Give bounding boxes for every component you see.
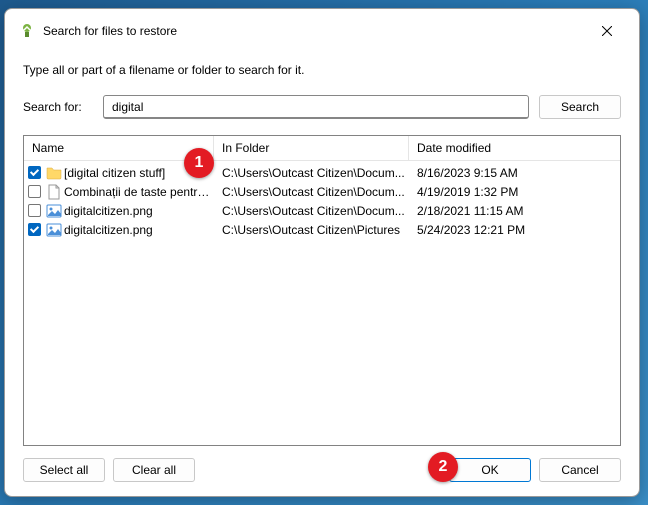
row-checkbox[interactable] <box>28 185 41 198</box>
image-icon <box>46 203 62 219</box>
cell-date: 8/16/2023 9:15 AM <box>409 166 620 180</box>
column-headers: Name In Folder Date modified <box>24 136 620 161</box>
search-input[interactable] <box>103 95 529 119</box>
row-checkbox[interactable] <box>28 223 41 236</box>
results-rows: [digital citizen stuff] C:\Users\Outcast … <box>24 161 620 445</box>
window-title: Search for files to restore <box>43 24 579 38</box>
annotation-badge-2: 2 <box>428 452 458 482</box>
close-icon <box>602 26 612 36</box>
cancel-button[interactable]: Cancel <box>539 458 621 482</box>
document-icon <box>46 184 62 200</box>
column-header-folder[interactable]: In Folder <box>214 136 409 160</box>
file-name: digitalcitizen.png <box>64 204 153 218</box>
search-row: Search for: Search <box>23 95 621 119</box>
close-button[interactable] <box>587 17 627 45</box>
content-area: Type all or part of a filename or folder… <box>5 51 639 496</box>
table-row[interactable]: Combinații de taste pentru ...C:\Users\O… <box>24 182 620 201</box>
cell-name: Combinații de taste pentru ... <box>24 184 214 200</box>
cell-date: 5/24/2023 12:21 PM <box>409 223 620 237</box>
cell-folder: C:\Users\Outcast Citizen\Pictures <box>214 223 409 237</box>
titlebar: Search for files to restore <box>5 9 639 51</box>
clear-all-button[interactable]: Clear all <box>113 458 195 482</box>
cell-folder: C:\Users\Outcast Citizen\Docum... <box>214 185 409 199</box>
table-row[interactable]: [digital citizen stuff] C:\Users\Outcast … <box>24 163 620 182</box>
table-row[interactable]: digitalcitizen.png C:\Users\Outcast Citiz… <box>24 220 620 239</box>
annotation-badge-1: 1 <box>184 148 214 178</box>
cell-folder: C:\Users\Outcast Citizen\Docum... <box>214 204 409 218</box>
footer-buttons: Select all Clear all OK Cancel <box>23 458 621 482</box>
file-name: [digital citizen stuff] <box>64 166 165 180</box>
row-checkbox[interactable] <box>28 204 41 217</box>
cell-name: digitalcitizen.png <box>24 203 214 219</box>
column-header-date[interactable]: Date modified <box>409 136 620 160</box>
search-label: Search for: <box>23 100 93 114</box>
cell-folder: C:\Users\Outcast Citizen\Docum... <box>214 166 409 180</box>
cell-name: digitalcitizen.png <box>24 222 214 238</box>
file-name: Combinații de taste pentru ... <box>64 185 214 199</box>
folder-icon <box>46 165 62 181</box>
table-row[interactable]: digitalcitizen.png C:\Users\Outcast Citiz… <box>24 201 620 220</box>
results-list: Name In Folder Date modified [digital ci… <box>23 135 621 446</box>
row-checkbox[interactable] <box>28 166 41 179</box>
cell-date: 4/19/2019 1:32 PM <box>409 185 620 199</box>
select-all-button[interactable]: Select all <box>23 458 105 482</box>
dialog-window: Search for files to restore Type all or … <box>4 8 640 497</box>
image-icon <box>46 222 62 238</box>
instruction-text: Type all or part of a filename or folder… <box>23 63 621 77</box>
file-name: digitalcitizen.png <box>64 223 153 237</box>
ok-button[interactable]: OK <box>449 458 531 482</box>
search-button[interactable]: Search <box>539 95 621 119</box>
app-icon <box>19 23 35 39</box>
cell-date: 2/18/2021 11:15 AM <box>409 204 620 218</box>
